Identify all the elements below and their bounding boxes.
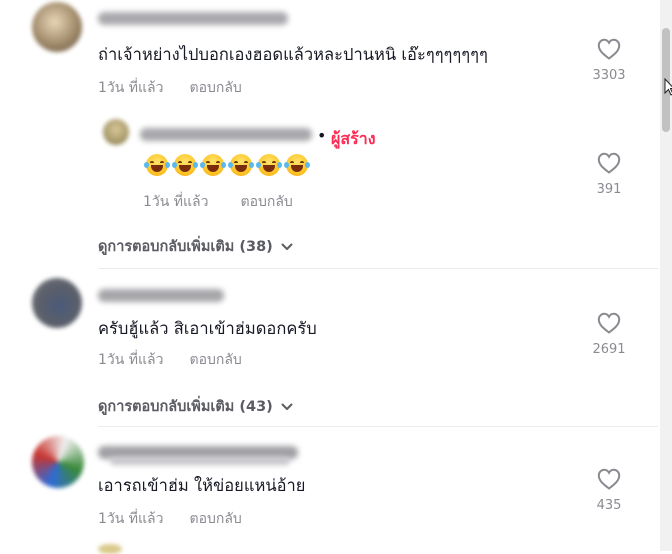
divider	[98, 268, 658, 269]
chevron-down-icon	[281, 243, 293, 250]
face-with-tears-of-joy-icon	[256, 154, 282, 176]
emoji-row	[144, 154, 310, 176]
view-more-replies-button[interactable]: ดูการตอบกลับเพิ่มเติม (38)	[98, 235, 293, 258]
comment-text: เอารถเข้าฮ่ม ให้ข่อยแหน่อ้าย	[98, 476, 306, 495]
view-more-replies-label: ดูการตอบกลับเพิ่มเติม (38)	[98, 239, 273, 255]
commenter-name-blurred[interactable]	[98, 12, 288, 25]
commenter-avatar[interactable]	[32, 2, 82, 52]
reply-time: 1วัน ที่แล้ว	[143, 194, 209, 210]
view-more-replies-button[interactable]: ดูการตอบกลับเพิ่มเติม (43)	[98, 395, 293, 418]
comment-time: 1วัน ที่แล้ว	[98, 352, 164, 368]
comment-time: 1วัน ที่แล้ว	[98, 511, 164, 527]
comment-item: ถ่าเจ้าหย่างไปบอกเองฮอดแล้วหละปานหนิ เอ๊…	[0, 0, 660, 110]
creator-reply: • ผู้สร้าง 1วัน ที่แล้ว ตอบกลับ 391	[0, 110, 660, 222]
reply-button[interactable]: ตอบกลับ	[189, 80, 241, 96]
face-with-tears-of-joy-icon	[200, 154, 226, 176]
comment-item: ครับฮู้แล้ว สิเอาเข้าฮ่มดอกครับ 1วัน ที่…	[0, 270, 660, 390]
creator-badge: ผู้สร้าง	[331, 129, 376, 148]
heart-outline-icon[interactable]	[597, 468, 621, 490]
comment-text: ถ่าเจ้าหย่างไปบอกเองฮอดแล้วหละปานหนิ เอ๊…	[98, 45, 488, 64]
face-with-tears-of-joy-icon	[144, 154, 170, 176]
commenter-name-blurred[interactable]	[98, 289, 224, 302]
like-control[interactable]: 2691	[584, 312, 634, 357]
face-with-tears-of-joy-icon	[172, 154, 198, 176]
like-count: 3303	[592, 68, 626, 83]
creator-name-blurred[interactable]	[140, 128, 312, 141]
like-control[interactable]: 391	[584, 152, 634, 197]
reply-button[interactable]: ตอบกลับ	[189, 511, 241, 527]
like-count: 435	[596, 498, 622, 513]
comment-text: ครับฮู้แล้ว สิเอาเข้าฮ่มดอกครับ	[98, 319, 317, 338]
comment-meta: 1วัน ที่แล้ว ตอบกลับ	[98, 77, 242, 99]
divider	[98, 426, 658, 427]
reply-meta: 1วัน ที่แล้ว ตอบกลับ	[143, 191, 293, 213]
view-more-replies-label: ดูการตอบกลับเพิ่มเติม (43)	[98, 399, 273, 415]
face-with-tears-of-joy-icon	[284, 154, 310, 176]
reply-button[interactable]: ตอบกลับ	[189, 352, 241, 368]
like-control[interactable]: 3303	[584, 38, 634, 83]
comment-item: เอารถเข้าฮ่ม ให้ข่อยแหน่อ้าย 1วัน ที่แล้…	[0, 428, 660, 551]
heart-outline-icon[interactable]	[597, 152, 621, 174]
heart-outline-icon[interactable]	[597, 312, 621, 334]
comment-time: 1วัน ที่แล้ว	[98, 80, 164, 96]
creator-avatar[interactable]	[103, 119, 129, 145]
commenter-name-blurred-line2	[110, 457, 290, 465]
commenter-avatar[interactable]	[32, 278, 82, 328]
reply-button[interactable]: ตอบกลับ	[240, 194, 292, 210]
separator-dot: •	[317, 126, 327, 145]
comment-meta: 1วัน ที่แล้ว ตอบกลับ	[98, 508, 242, 530]
face-with-tears-of-joy-icon	[228, 154, 254, 176]
next-comment-avatar	[98, 544, 122, 554]
comment-meta: 1วัน ที่แล้ว ตอบกลับ	[98, 349, 242, 371]
like-count: 391	[596, 182, 622, 197]
mouse-pointer-icon	[664, 78, 672, 96]
like-count: 2691	[592, 342, 626, 357]
commenter-avatar[interactable]	[32, 436, 84, 488]
like-control[interactable]: 435	[584, 468, 634, 513]
heart-outline-icon[interactable]	[597, 38, 621, 60]
chevron-down-icon	[281, 403, 293, 410]
